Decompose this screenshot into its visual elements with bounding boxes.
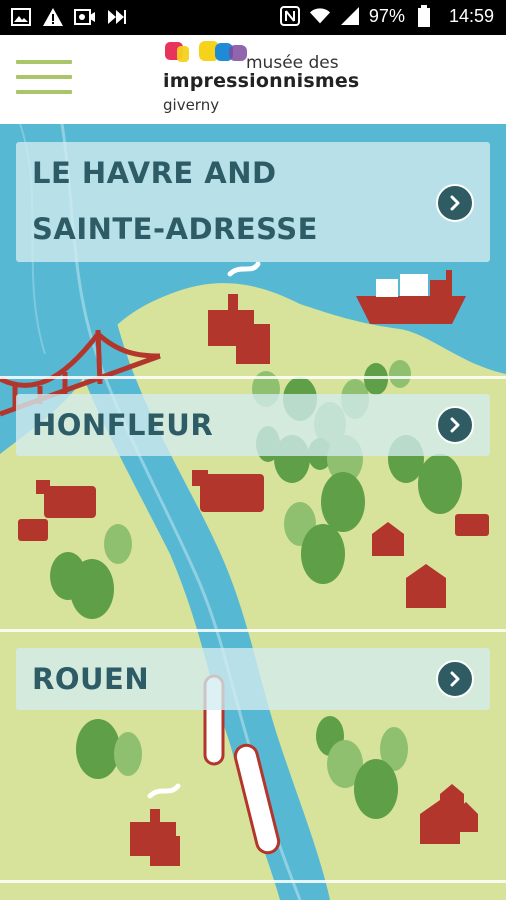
arrow-button-honfleur[interactable] [436,406,474,444]
arrow-button-le-havre[interactable] [436,184,474,222]
app-header: musée des impressionnismes giverny [0,35,506,124]
image-icon [10,6,32,28]
battery-percent: 97% [368,5,405,26]
museum-logo: musée des impressionnismes giverny [163,40,359,120]
wifi-icon [309,5,331,27]
logo-text-line2: impressionnismes [163,70,360,92]
chevron-right-icon [450,671,460,687]
illustrated-map: LE HAVRE AND SAINTE-ADRESSE HONFLEUR ROU… [0,124,506,900]
hamburger-icon [16,60,72,64]
clock: 14:59 [448,5,494,26]
chevron-right-icon [450,417,460,433]
video-icon [74,6,96,28]
logo-text-line3: giverny [163,96,220,114]
section-divider [0,376,506,379]
region-label-line2: SAINTE-ADRESSE [32,212,318,246]
region-card-rouen[interactable]: ROUEN [16,648,490,710]
signal-icon [339,5,361,27]
arrow-button-rouen[interactable] [436,660,474,698]
section-divider [0,629,506,632]
logo-color-blocks [165,41,247,62]
nfc-icon [279,5,301,27]
region-card-le-havre[interactable]: LE HAVRE AND SAINTE-ADRESSE [16,142,490,262]
status-bar: 97% 14:59 [0,0,506,35]
region-card-honfleur[interactable]: HONFLEUR [16,394,490,456]
warning-icon [42,6,64,28]
battery-icon [413,5,435,27]
menu-button[interactable] [16,56,74,100]
region-label: HONFLEUR [32,408,214,442]
region-label-line1: LE HAVRE AND [32,156,277,190]
section-divider [0,880,506,883]
region-label: ROUEN [32,662,150,696]
chevron-right-icon [450,195,460,211]
fast-forward-icon [106,6,128,28]
